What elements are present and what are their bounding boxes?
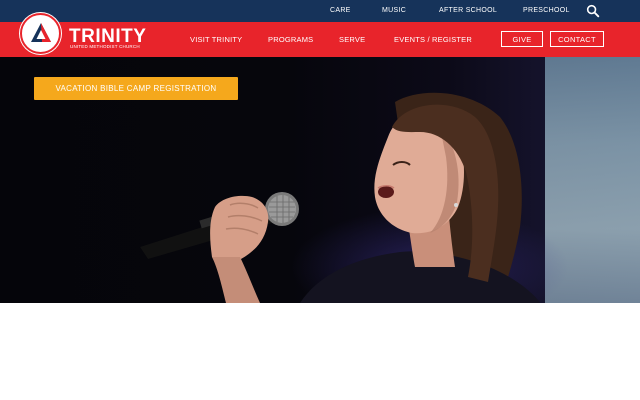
nav-serve[interactable]: SERVE xyxy=(339,35,365,44)
utility-bar: CARE MUSIC AFTER SCHOOL PRESCHOOL xyxy=(0,0,640,22)
search-icon[interactable] xyxy=(586,4,600,18)
brand-subtitle: UNITED METHODIST CHURCH xyxy=(70,44,140,49)
triangle-logo-icon[interactable] xyxy=(20,13,61,54)
nav-programs[interactable]: PROGRAMS xyxy=(268,35,313,44)
nav-visit-trinity[interactable]: VISIT TRINITY xyxy=(190,35,242,44)
utility-link-preschool[interactable]: PRESCHOOL xyxy=(523,7,570,14)
utility-link-care[interactable]: CARE xyxy=(330,7,351,14)
utility-link-after-school[interactable]: AFTER SCHOOL xyxy=(439,7,497,14)
contact-button[interactable]: CONTACT xyxy=(550,31,604,47)
vacation-bible-camp-button[interactable]: VACATION BIBLE CAMP REGISTRATION xyxy=(34,77,238,100)
nav-events-register[interactable]: EVENTS / REGISTER xyxy=(394,35,472,44)
page: CARE MUSIC AFTER SCHOOL PRESCHOOL TRINIT… xyxy=(0,0,640,400)
give-button[interactable]: GIVE xyxy=(501,31,543,47)
utility-link-music[interactable]: MUSIC xyxy=(382,7,406,14)
